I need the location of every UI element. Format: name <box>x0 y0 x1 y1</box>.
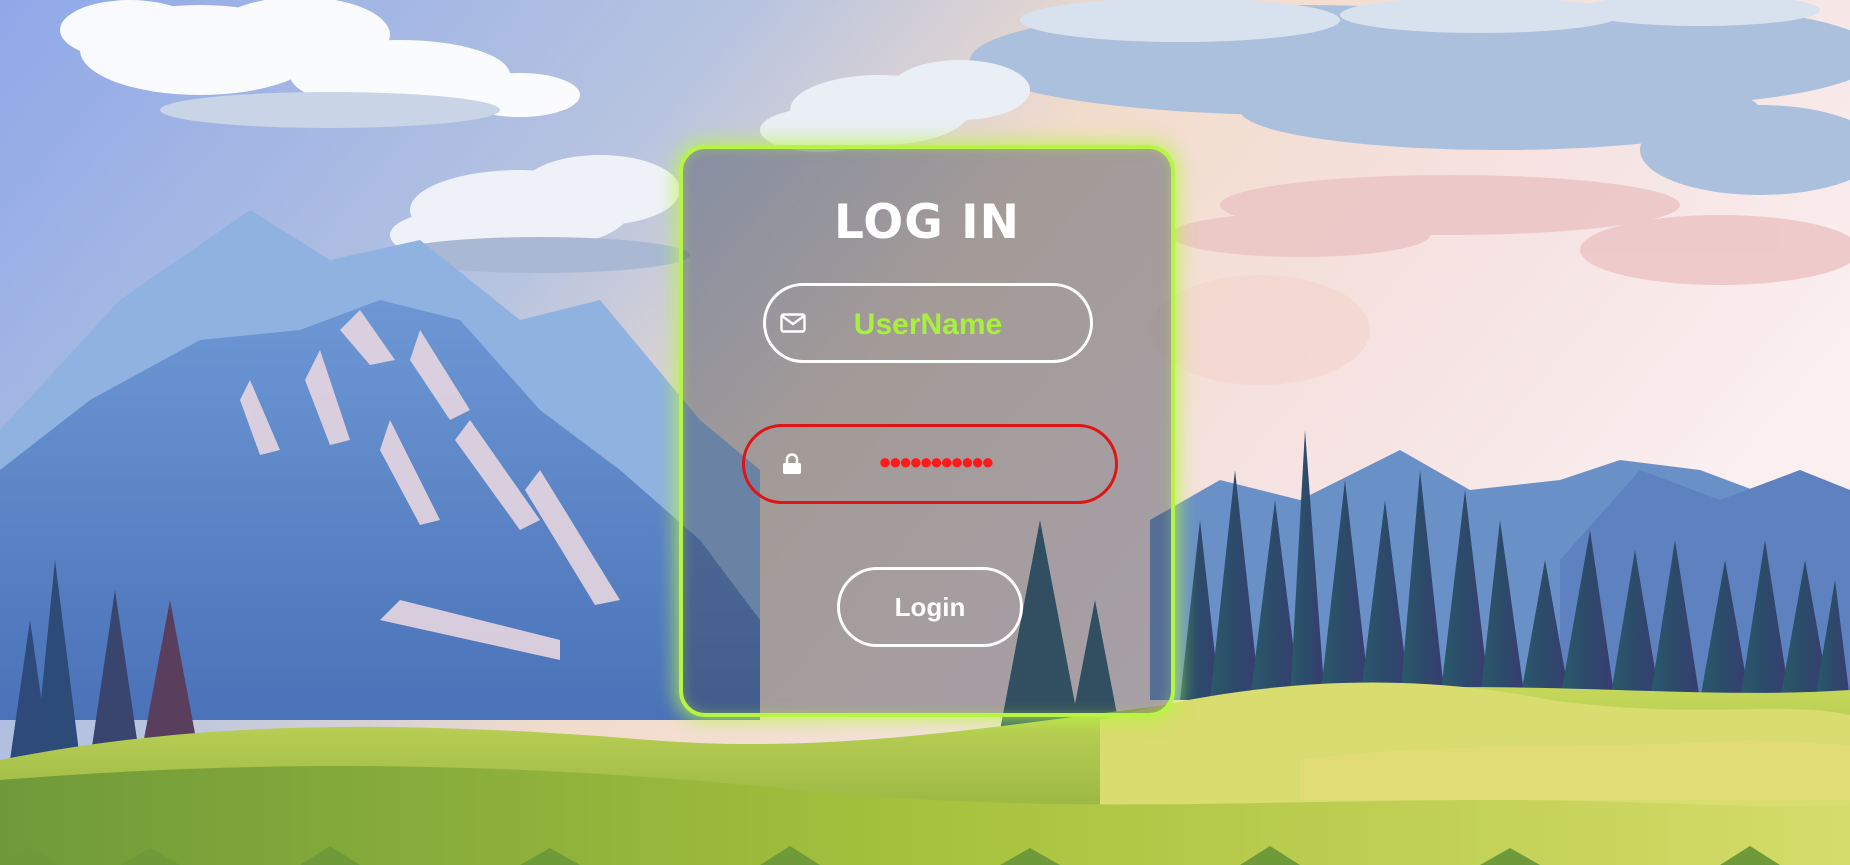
password-field[interactable]: ●●●●●●●●●●● <box>742 424 1118 504</box>
login-card: LOG IN UserName ●●●●●●●●●●● Login <box>679 145 1175 717</box>
username-field[interactable]: UserName <box>763 283 1093 363</box>
login-title: LOG IN <box>834 195 1020 250</box>
username-placeholder: UserName <box>853 308 1003 341</box>
password-value: ●●●●●●●●●●● <box>878 449 994 474</box>
login-button[interactable]: Login <box>837 567 1023 647</box>
